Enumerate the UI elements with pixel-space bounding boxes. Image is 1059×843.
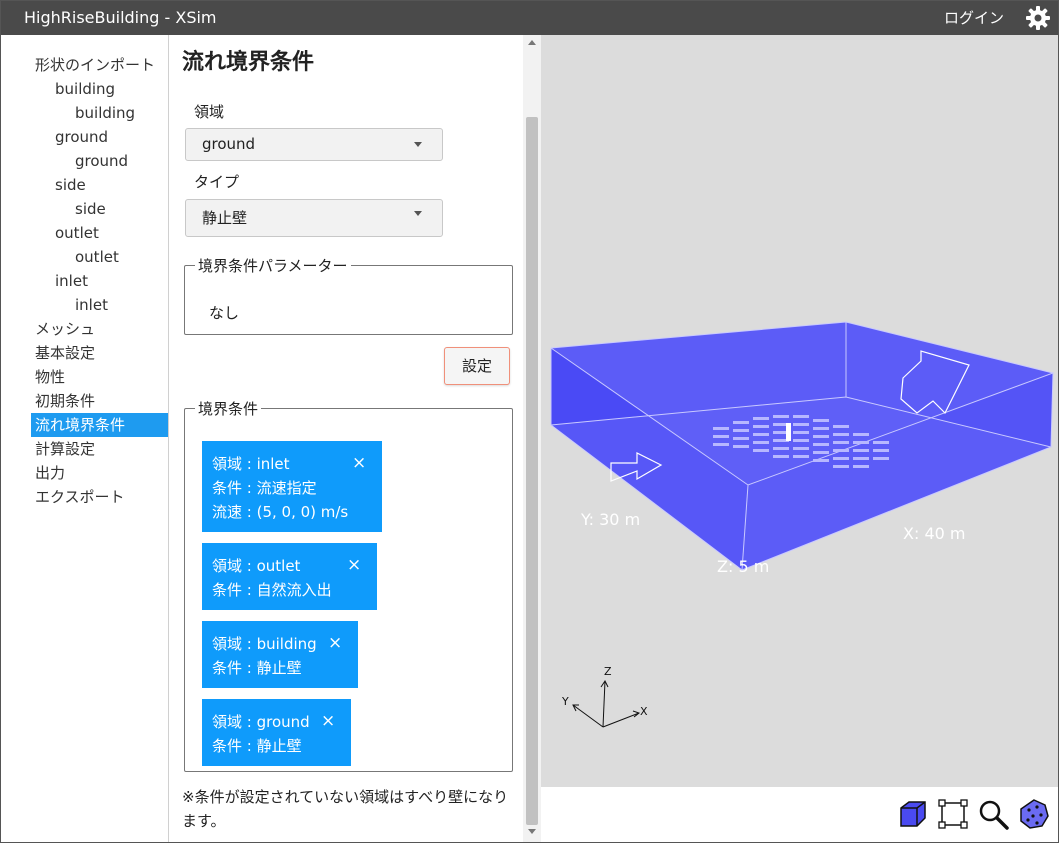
gear-icon[interactable]: [1025, 5, 1051, 31]
conditions-legend: 境界条件: [198, 400, 259, 418]
type-select-value: 静止壁: [202, 209, 248, 227]
x-dimension-label: X: 40 m: [903, 524, 966, 543]
model-view: [550, 321, 1055, 728]
nav-item-building-group[interactable]: building: [55, 77, 115, 101]
navigation-tree: 形状のインポート building building ground ground…: [1, 35, 169, 842]
nav-item-basic-settings[interactable]: 基本設定: [35, 341, 95, 365]
y-axis-label: Y: [562, 695, 569, 708]
z-dimension-label: Z: 5 m: [717, 557, 770, 576]
fit-view-icon[interactable]: [936, 797, 970, 831]
app-window: HighRiseBuilding - XSim ログイン 形状のインポート bu…: [0, 0, 1059, 843]
nav-item-building[interactable]: building: [75, 101, 135, 125]
nav-item-inlet[interactable]: inlet: [75, 293, 108, 317]
condition-region: 領域 : inlet: [212, 455, 290, 473]
title-bar: HighRiseBuilding - XSim ログイン: [1, 1, 1058, 35]
close-icon[interactable]: ×: [347, 555, 361, 575]
condition-velocity: 流速 : (5, 0, 0) m/s: [212, 503, 349, 521]
nav-item-side-group[interactable]: side: [55, 173, 86, 197]
region-select[interactable]: ground: [185, 128, 443, 161]
caret-down-icon: [414, 142, 422, 147]
nav-item-import-shape[interactable]: 形状のインポート: [35, 53, 155, 77]
zoom-icon[interactable]: [976, 797, 1010, 831]
close-icon[interactable]: ×: [321, 711, 335, 731]
close-icon[interactable]: ×: [328, 633, 342, 653]
view-toolbar: [541, 787, 1058, 842]
condition-type: 条件 : 流速指定: [212, 479, 317, 497]
type-select[interactable]: 静止壁: [185, 199, 443, 237]
panel-scrollbar[interactable]: [523, 35, 541, 842]
nav-item-initial-conditions[interactable]: 初期条件: [35, 389, 95, 413]
rotate-view-icon[interactable]: [1017, 797, 1051, 831]
region-label: 領域: [194, 103, 225, 121]
z-axis-label: Z: [604, 665, 612, 678]
conditions-group: 境界条件 領域 : inlet 条件 : 流速指定 流速 : (5, 0, 0)…: [184, 398, 513, 772]
condition-type: 条件 : 静止壁: [212, 737, 302, 755]
condition-card-outlet: 領域 : outlet 条件 : 自然流入出 ×: [202, 543, 377, 610]
parameters-group: 境界条件パラメーター なし: [184, 255, 513, 335]
condition-type: 条件 : 自然流入出: [212, 581, 332, 599]
app-title: HighRiseBuilding - XSim: [24, 8, 217, 27]
x-axis-label: X: [640, 705, 648, 718]
nav-item-outlet[interactable]: outlet: [75, 245, 119, 269]
scroll-down-icon[interactable]: [528, 829, 536, 834]
nav-item-export[interactable]: エクスポート: [35, 485, 125, 509]
nav-item-mesh[interactable]: メッシュ: [35, 317, 95, 341]
nav-item-calculation-settings[interactable]: 計算設定: [35, 437, 95, 461]
scroll-up-icon[interactable]: [528, 40, 536, 45]
y-dimension-label: Y: 30 m: [581, 510, 641, 529]
axes-gizmo: [572, 680, 641, 728]
condition-type: 条件 : 静止壁: [212, 659, 302, 677]
region-select-value: ground: [202, 135, 256, 153]
condition-card-ground: 領域 : ground 条件 : 静止壁 ×: [202, 699, 351, 766]
3d-viewport[interactable]: Y: 30 m X: 40 m Z: 5 m Z Y X: [541, 35, 1058, 787]
nav-item-output[interactable]: 出力: [35, 461, 65, 485]
nav-item-outlet-group[interactable]: outlet: [55, 221, 99, 245]
condition-region: 領域 : outlet: [212, 557, 301, 575]
nav-item-inlet-group[interactable]: inlet: [55, 269, 88, 293]
box-view-icon[interactable]: [896, 797, 930, 831]
nav-item-flow-boundary-conditions[interactable]: 流れ境界条件: [31, 413, 168, 437]
nav-item-ground[interactable]: ground: [75, 149, 128, 173]
parameters-value: なし: [209, 304, 240, 322]
login-link[interactable]: ログイン: [944, 7, 1004, 28]
condition-card-building: 領域 : building 条件 : 静止壁 ×: [202, 621, 358, 688]
high-rise-building: [786, 423, 791, 441]
nav-item-ground-group[interactable]: ground: [55, 125, 108, 149]
caret-down-icon: [414, 211, 422, 216]
nav-item-side[interactable]: side: [75, 197, 106, 221]
condition-card-inlet: 領域 : inlet 条件 : 流速指定 流速 : (5, 0, 0) m/s …: [202, 441, 382, 532]
boundary-conditions-panel: 流れ境界条件 領域 ground タイプ 静止壁 境界条件パラメーター なし 設…: [169, 35, 541, 842]
type-label: タイプ: [194, 173, 240, 191]
nav-item-properties[interactable]: 物性: [35, 365, 65, 389]
scroll-thumb[interactable]: [526, 117, 538, 825]
set-button[interactable]: 設定: [444, 347, 510, 385]
close-icon[interactable]: ×: [352, 453, 366, 473]
parameters-legend: 境界条件パラメーター: [198, 257, 348, 275]
page-title: 流れ境界条件: [182, 50, 315, 75]
note-text: ※条件が設定されていない領域はすべり壁になります。: [182, 788, 509, 830]
